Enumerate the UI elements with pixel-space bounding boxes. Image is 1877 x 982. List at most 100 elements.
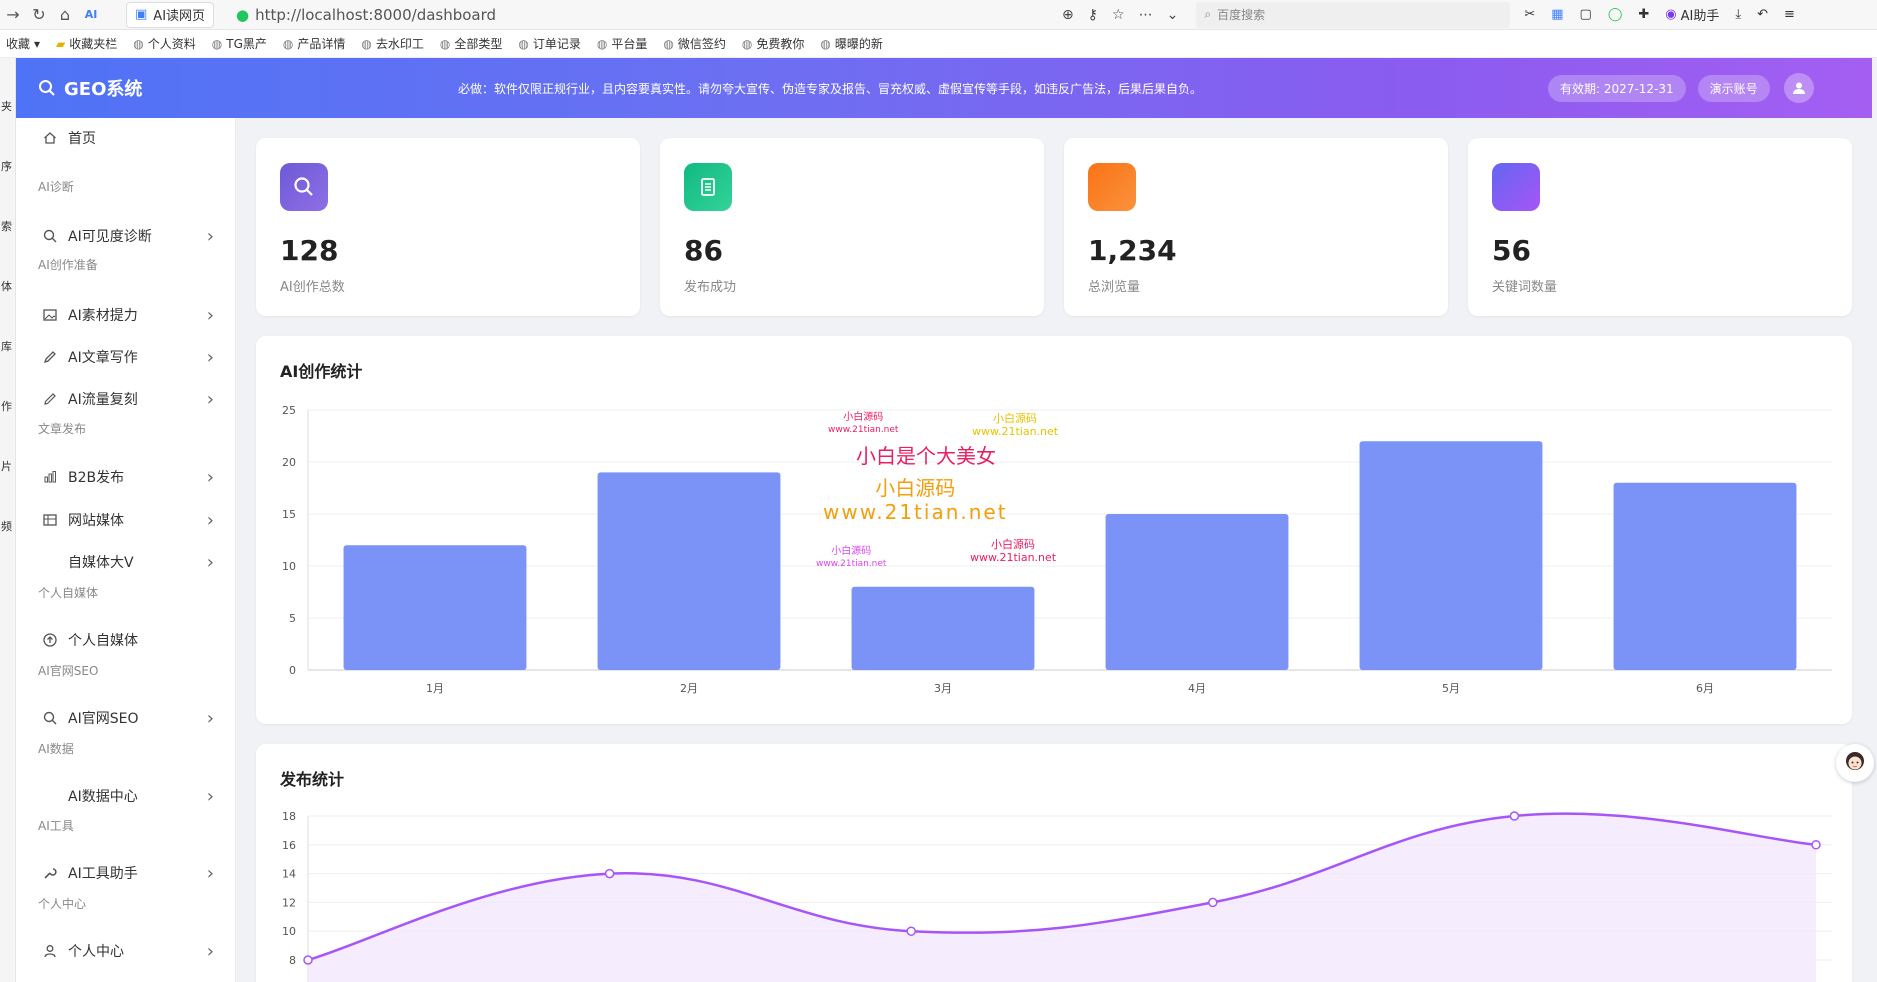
url-text: http://localhost:8000/dashboard: [255, 5, 497, 24]
sidebar-item[interactable]: AI流量复刻 ›: [16, 381, 235, 417]
circle-icon[interactable]: ◯: [1608, 7, 1623, 22]
bookmark-item[interactable]: ◍ 曝曝的新: [820, 35, 883, 52]
data-point[interactable]: [303, 955, 313, 965]
y-tick-label: 15: [282, 508, 296, 521]
data-point[interactable]: [1811, 840, 1821, 850]
translate-icon[interactable]: ▦: [1551, 7, 1563, 22]
puzzle-icon[interactable]: ✚: [1638, 7, 1649, 22]
search-icon: [39, 80, 55, 96]
sidebar-item[interactable]: B2B发布 ›: [16, 459, 235, 495]
search-icon: ⌕: [1204, 7, 1212, 21]
sidebar-group-label: AI官网SEO: [38, 664, 99, 678]
bookmark-item[interactable]: ◍ 去水印工: [361, 35, 424, 52]
search-icon: [40, 229, 60, 243]
key-icon[interactable]: ⚷: [1088, 7, 1098, 23]
strip-item[interactable]: 夹: [1, 98, 12, 114]
strip-item[interactable]: 体: [1, 278, 12, 294]
bar[interactable]: [1105, 514, 1289, 670]
strip-item[interactable]: 作: [1, 398, 12, 414]
sidebar-item[interactable]: AI素材提力 ›: [16, 297, 235, 333]
download-icon[interactable]: ⤓: [1735, 7, 1741, 22]
sidebar-item-label: AI数据中心: [68, 789, 138, 805]
sidebar-item-label: 自媒体大V: [68, 555, 134, 571]
image-icon: [40, 308, 60, 322]
bar[interactable]: [343, 545, 527, 670]
undo-icon[interactable]: ↶: [1757, 7, 1768, 22]
strip-item[interactable]: 序: [1, 158, 12, 174]
sidebar-item-label: AI流量复刻: [68, 392, 138, 408]
address-bar[interactable]: ● http://localhost:8000/dashboard: [228, 2, 1058, 28]
account-button[interactable]: 演示账号: [1697, 74, 1770, 102]
bookmark-item[interactable]: 收藏 ▾: [2, 35, 40, 52]
sidebar-item[interactable]: AI工具助手 ›: [16, 855, 235, 891]
sidebar-item[interactable]: AI数据中心 ›: [16, 778, 235, 814]
sidebar-item[interactable]: 首页: [16, 120, 235, 156]
data-point[interactable]: [1509, 811, 1520, 821]
sidebar-item[interactable]: AI文章写作 ›: [16, 339, 235, 375]
strip-item[interactable]: 索: [1, 218, 12, 234]
home-icon[interactable]: ⌂: [52, 2, 78, 28]
sidebar-item[interactable]: 个人中心 ›: [16, 933, 235, 969]
bookmark-label: 去水印工: [375, 37, 424, 51]
strip-item[interactable]: 库: [1, 338, 12, 354]
window-icon[interactable]: ▢: [1580, 7, 1592, 22]
bar[interactable]: [1359, 441, 1543, 670]
ai-assistant-button[interactable]: ◉ AI助手: [1665, 5, 1719, 24]
browser-toolbar: → ↻ ⌂ AI ▣ AI读网页 ● http://localhost:8000…: [0, 0, 1877, 30]
reload-icon[interactable]: ↻: [26, 2, 52, 28]
sidebar-item[interactable]: 退出登录: [16, 975, 235, 982]
bar[interactable]: [597, 472, 781, 670]
bookmark-item[interactable]: ◍ 个人资料: [133, 35, 196, 52]
scissors-icon[interactable]: ✂: [1524, 7, 1535, 22]
watermark-bottom-left: 小白源码 www.21tian.net: [816, 546, 886, 570]
menu-icon[interactable]: ≡: [1784, 7, 1795, 22]
search-icon: [280, 163, 328, 211]
bookmark-label: 产品详情: [297, 37, 346, 51]
bookmark-item[interactable]: ◍ 订单记录: [518, 35, 581, 52]
globe-icon: ◍: [741, 36, 753, 51]
bookmark-item[interactable]: ◍ 平台量: [597, 35, 648, 52]
data-point[interactable]: [906, 926, 916, 936]
bookmark-item[interactable]: ◍ 产品详情: [283, 35, 346, 52]
bookmark-item[interactable]: ◍ 微信签约: [663, 35, 726, 52]
watermark-url: www.21tian.net: [972, 425, 1059, 438]
document-icon: [684, 163, 732, 211]
bookmark-item[interactable]: ◍ 全部类型: [440, 35, 503, 52]
chevron-down-icon[interactable]: ⌄: [1167, 7, 1179, 23]
bookmark-item[interactable]: ▰ 收藏夹栏: [56, 35, 117, 52]
watermark-text: 小白源码: [993, 412, 1038, 425]
strip-item[interactable]: 片: [1, 458, 12, 474]
sidebar-item[interactable]: 网站媒体 ›: [16, 502, 235, 538]
strip-item[interactable]: 频: [1, 518, 12, 534]
avatar[interactable]: [1783, 73, 1814, 103]
assistant-avatar[interactable]: [1836, 744, 1874, 782]
sidebar-item[interactable]: AI官网SEO ›: [16, 700, 235, 736]
ai-icon[interactable]: AI: [78, 2, 104, 28]
browser-tab[interactable]: ▣ AI读网页: [126, 1, 215, 28]
logo[interactable]: GEO系统: [38, 75, 458, 101]
pencil-icon: [40, 392, 60, 406]
data-point[interactable]: [604, 868, 615, 879]
chevron-right-icon: ›: [206, 940, 214, 962]
chevron-right-icon: ›: [206, 862, 214, 884]
bookmark-item[interactable]: ◍ TG黑产: [212, 35, 267, 52]
download-circle-icon[interactable]: ⊕: [1062, 7, 1074, 23]
sidebar-item[interactable]: 个人自媒体: [16, 622, 235, 658]
stat-label: AI创作总数: [280, 280, 345, 295]
bookmark-label: 微信签约: [677, 37, 726, 51]
bar[interactable]: [1613, 482, 1797, 670]
sidebar-item-label: AI文章写作: [68, 350, 138, 366]
more-icon[interactable]: ⋯: [1139, 7, 1153, 23]
sidebar-item[interactable]: AI可见度诊断 ›: [16, 218, 235, 254]
forward-icon[interactable]: →: [0, 2, 26, 28]
watermark-bottom-right: 小白源码 www.21tian.net: [970, 538, 1056, 564]
watermark-small-yellow: 小白源码 www.21tian.net: [972, 412, 1058, 438]
data-point[interactable]: [1208, 897, 1218, 908]
sidebar-item[interactable]: 自媒体大V ›: [16, 544, 235, 580]
bar[interactable]: [851, 586, 1035, 670]
stat-card: 56 关键词数量: [1468, 138, 1852, 316]
sidebar-item-label: B2B发布: [68, 470, 125, 486]
star-icon[interactable]: ☆: [1112, 7, 1125, 23]
browser-search[interactable]: ⌕ 百度搜索: [1196, 1, 1511, 28]
bookmark-item[interactable]: ◍ 免费教你: [742, 35, 805, 52]
